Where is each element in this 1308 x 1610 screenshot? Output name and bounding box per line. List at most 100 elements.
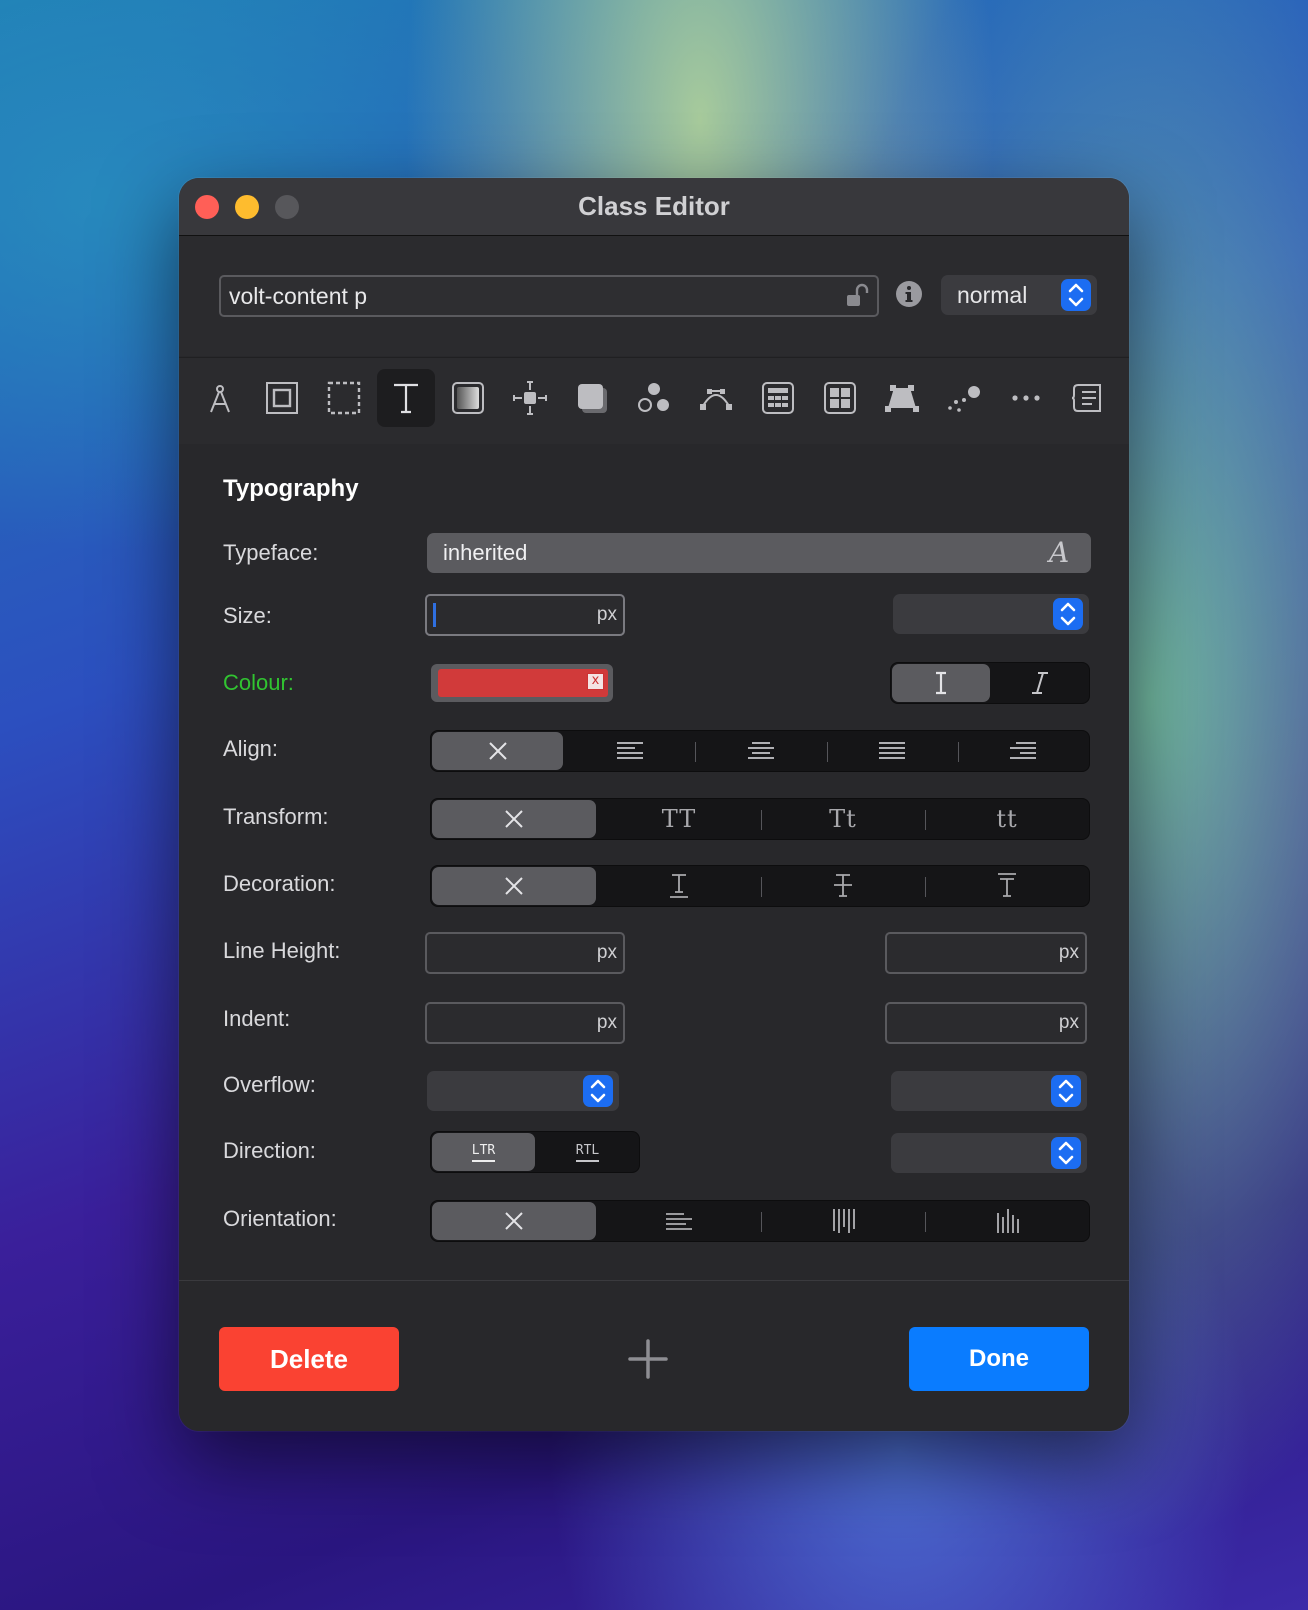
unlock-icon[interactable] xyxy=(845,283,871,309)
align-segmented-control xyxy=(430,730,1090,772)
capitalize-label: Tt xyxy=(829,805,857,833)
white-space-select[interactable] xyxy=(891,1071,1087,1111)
box-icon[interactable] xyxy=(253,369,311,427)
overflow-select[interactable] xyxy=(427,1071,619,1111)
size-input[interactable]: px xyxy=(425,594,625,636)
ltr-label: LTR xyxy=(471,1143,496,1162)
align-right-icon xyxy=(1010,742,1037,759)
section-title: Typography xyxy=(223,475,359,502)
align-none-option[interactable] xyxy=(432,732,564,770)
orientation-segmented-control xyxy=(430,1200,1090,1242)
align-justify-option[interactable] xyxy=(826,731,958,771)
direction-segmented-control: LTR RTL xyxy=(430,1131,640,1173)
background-icon[interactable] xyxy=(439,369,497,427)
transform-icon[interactable] xyxy=(687,369,745,427)
rtl-label: RTL xyxy=(575,1143,600,1162)
word-spacing-input[interactable]: px xyxy=(885,1002,1087,1044)
typography-icon[interactable] xyxy=(377,369,435,427)
orientation-vertical-option[interactable] xyxy=(761,1201,925,1241)
compass-icon[interactable] xyxy=(191,369,249,427)
strikethrough-icon xyxy=(834,874,852,897)
border-icon[interactable] xyxy=(315,369,373,427)
orientation-sideways-option[interactable] xyxy=(925,1201,1089,1241)
align-left-icon xyxy=(616,742,643,759)
decoration-overline-option[interactable] xyxy=(925,866,1089,906)
chevron-updown-icon xyxy=(1051,1075,1081,1107)
line-height-label: Line Height: xyxy=(223,938,341,963)
typeface-value: inherited xyxy=(443,540,528,565)
transform-label: Transform: xyxy=(223,804,329,829)
delete-button[interactable]: Delete xyxy=(219,1327,399,1391)
weight-select[interactable] xyxy=(893,594,1089,634)
style-normal-option[interactable] xyxy=(892,664,990,702)
underline-icon xyxy=(670,874,688,898)
transform-capitalize-option[interactable]: Tt xyxy=(761,799,925,839)
align-center-option[interactable] xyxy=(695,731,826,771)
window-title: Class Editor xyxy=(578,191,730,221)
chevron-updown-icon xyxy=(1053,598,1083,630)
indent-input[interactable]: px xyxy=(425,1002,625,1044)
letter-spacing-input[interactable]: px xyxy=(885,932,1087,974)
horizontal-text-icon xyxy=(666,1213,692,1230)
transform-lowercase-option[interactable]: tt xyxy=(925,799,1089,839)
direction-rtl-option[interactable]: RTL xyxy=(536,1132,639,1172)
uppercase-label: TT xyxy=(661,805,697,833)
orientation-label: Orientation: xyxy=(223,1206,337,1231)
decoration-none-option[interactable] xyxy=(432,867,596,905)
close-icon xyxy=(505,1212,523,1230)
text-cursor-icon xyxy=(936,671,946,695)
align-justify-icon xyxy=(879,742,906,759)
style-segmented-control xyxy=(890,662,1090,704)
decoration-strikethrough-option[interactable] xyxy=(761,866,925,906)
lowercase-label: tt xyxy=(996,805,1018,833)
clear-colour-button[interactable]: x xyxy=(587,673,604,690)
direction-label: Direction: xyxy=(223,1138,316,1163)
direction-ltr-option[interactable]: LTR xyxy=(432,1133,535,1171)
animation-icon[interactable] xyxy=(935,369,993,427)
style-italic-option[interactable] xyxy=(991,663,1089,703)
effects-icon[interactable] xyxy=(625,369,683,427)
align-right-option[interactable] xyxy=(957,731,1089,771)
decoration-underline-option[interactable] xyxy=(597,866,761,906)
selector-input[interactable]: volt-content p xyxy=(219,275,879,317)
align-left-option[interactable] xyxy=(564,731,695,771)
text-caret xyxy=(433,603,436,627)
transform-segmented-control: TT Tt tt xyxy=(430,798,1090,840)
line-height-input[interactable]: px xyxy=(425,932,625,974)
done-button[interactable]: Done xyxy=(909,1327,1089,1391)
shadow-icon[interactable] xyxy=(563,369,621,427)
notes-icon[interactable] xyxy=(1059,369,1117,427)
overflow-label: Overflow: xyxy=(223,1072,316,1097)
colour-well[interactable]: x xyxy=(431,664,613,702)
orientation-horizontal-option[interactable] xyxy=(597,1201,761,1241)
transform-none-option[interactable] xyxy=(432,800,596,838)
grid-icon[interactable] xyxy=(811,369,869,427)
align-center-icon xyxy=(748,742,774,759)
orientation-none-option[interactable] xyxy=(432,1202,596,1240)
italic-icon xyxy=(1032,672,1048,694)
selector-value: volt-content p xyxy=(229,283,368,309)
transform-uppercase-option[interactable]: TT xyxy=(597,799,761,839)
decoration-label: Decoration: xyxy=(223,871,336,896)
colour-swatch: x xyxy=(438,669,608,697)
spacing-icon[interactable] xyxy=(501,369,559,427)
position-icon[interactable] xyxy=(873,369,931,427)
state-select[interactable]: normal xyxy=(941,275,1097,315)
class-editor-window: Class Editor volt-content p normal Typog… xyxy=(179,178,1129,1431)
state-value: normal xyxy=(957,282,1028,308)
add-icon[interactable] xyxy=(627,1338,669,1380)
letter-spacing-unit: px xyxy=(1058,942,1079,963)
line-height-unit: px xyxy=(596,942,617,963)
indent-label: Indent: xyxy=(223,1006,291,1031)
info-icon[interactable] xyxy=(895,280,923,308)
close-icon xyxy=(488,742,507,760)
title-bar: Class Editor xyxy=(179,178,1129,236)
font-picker-icon[interactable]: A xyxy=(1049,538,1075,568)
font-display-select[interactable] xyxy=(891,1133,1087,1173)
typeface-field[interactable]: inherited A xyxy=(427,533,1091,573)
table-icon[interactable] xyxy=(749,369,807,427)
close-icon xyxy=(505,877,523,895)
indent-unit: px xyxy=(596,1012,617,1033)
more-icon[interactable] xyxy=(997,369,1055,427)
chevron-updown-icon xyxy=(1061,279,1091,311)
